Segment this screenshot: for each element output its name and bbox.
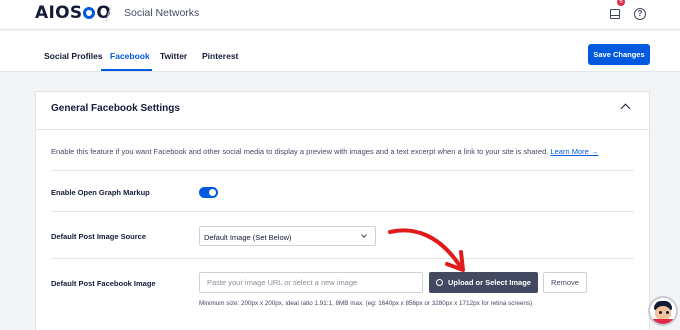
divider (51, 258, 634, 259)
annotation-arrow (388, 228, 465, 272)
help-icon[interactable]: ? (632, 6, 648, 22)
logo-gear-icon (83, 7, 96, 19)
open-graph-toggle[interactable] (199, 187, 218, 198)
active-tab-indicator (101, 69, 152, 71)
image-source-label: Default Post Image Source (51, 232, 147, 241)
aioseo-logo[interactable]: AIOS O (35, 3, 111, 23)
tab-twitter[interactable]: Twitter (160, 51, 187, 61)
description-text: Enable this feature if you want Facebook… (51, 147, 549, 156)
arrow-shaft (388, 228, 462, 268)
breadcrumb: Social Networks (124, 7, 200, 19)
divider (51, 211, 634, 212)
learn-more-link[interactable]: Learn More → (550, 147, 598, 156)
top-bar: AIOS O Social Networks 6 ? (0, 0, 680, 30)
image-source-selected: Default Image (Set Below) (204, 233, 292, 242)
divider (51, 170, 634, 171)
image-source-select[interactable]: Default Image (Set Below) (199, 226, 376, 246)
image-size-hint: Minimum size: 200px x 200px, ideal ratio… (199, 300, 533, 307)
open-graph-label: Enable Open Graph Markup (51, 188, 150, 197)
tab-facebook[interactable]: Facebook (110, 51, 150, 61)
tab-bar: Social Profiles Facebook Twitter Pintere… (0, 31, 680, 72)
inbox-icon[interactable] (607, 6, 623, 22)
chevron-up-icon[interactable] (620, 103, 631, 114)
logo-text-left: AIOS (35, 3, 83, 23)
general-facebook-settings-panel: General Facebook Settings Enable this fe… (35, 91, 650, 330)
toggle-knob (209, 189, 216, 196)
facebook-image-label: Default Post Facebook Image (51, 279, 156, 288)
save-changes-button[interactable]: Save Changes (588, 44, 650, 65)
help-mascot-avatar[interactable] (648, 296, 678, 326)
upload-button-label: Upload or Select Image (448, 278, 531, 287)
feature-description: Enable this feature if you want Facebook… (51, 147, 598, 156)
remove-image-button[interactable]: Remove (543, 272, 587, 293)
chevron-down-icon (361, 232, 367, 238)
tab-social-profiles[interactable]: Social Profiles (44, 51, 103, 61)
panel-title: General Facebook Settings (51, 103, 180, 114)
tab-pinterest[interactable]: Pinterest (202, 51, 238, 61)
divider (36, 129, 649, 130)
upload-icon (436, 279, 444, 286)
notification-badge: 6 (617, 0, 625, 6)
